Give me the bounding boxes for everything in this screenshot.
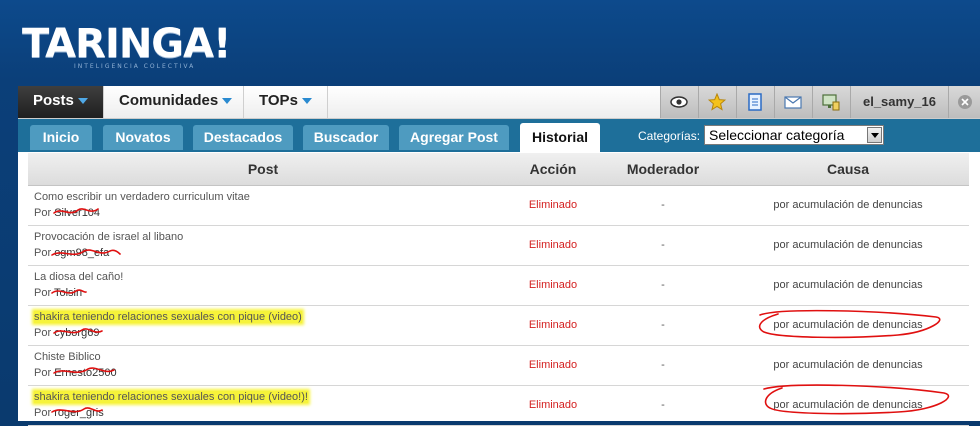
by-label: Por xyxy=(34,287,52,299)
category-select-value: Seleccionar categoría xyxy=(709,127,845,143)
tab-historial[interactable]: Historial xyxy=(520,123,600,152)
nav-tops-label: TOPs xyxy=(259,92,298,109)
nav-tops[interactable]: TOPs xyxy=(244,86,328,118)
cause-value: por acumulación de denuncias xyxy=(773,199,923,211)
action-status: Eliminado xyxy=(528,399,578,411)
favorites-button[interactable] xyxy=(698,86,734,118)
action-status: Eliminado xyxy=(528,359,578,371)
author-link[interactable]: Silver104 xyxy=(54,207,100,219)
post-author: Por Ernesto2500 xyxy=(34,367,117,379)
header-moderador: Moderador xyxy=(626,161,700,177)
moderator-value: - xyxy=(661,359,665,371)
document-icon xyxy=(747,93,762,111)
messages-button[interactable] xyxy=(774,86,810,118)
header-accion: Acción xyxy=(529,161,577,177)
post-author: Por roger_gris xyxy=(34,407,104,419)
cause-value: por acumulación de denuncias xyxy=(773,279,923,291)
taringa-logo[interactable]: TARINGA! INTELIGENCIA COLECTIVA xyxy=(22,21,231,70)
sub-navigation: Inicio Novatos Destacados Buscador Agreg… xyxy=(18,119,980,152)
tab-inicio[interactable]: Inicio xyxy=(30,125,92,150)
author-link[interactable]: ogm98_efa xyxy=(54,247,109,259)
monitor-eye-button[interactable] xyxy=(660,86,696,118)
post-title-link[interactable]: La diosa del caño! xyxy=(34,271,123,283)
nav-posts[interactable]: Posts xyxy=(18,86,104,118)
table-row: Provocación de israel al libano Por ogm9… xyxy=(28,226,969,266)
nav-comunidades-label: Comunidades xyxy=(119,92,219,109)
action-status: Eliminado xyxy=(528,279,578,291)
chevron-down-icon xyxy=(77,98,88,105)
close-icon xyxy=(957,95,972,109)
post-title-link[interactable]: shakira teniendo relaciones sexuales con… xyxy=(34,391,308,403)
by-label: Por xyxy=(34,247,52,259)
tab-destacados[interactable]: Destacados xyxy=(193,125,293,150)
tab-novatos[interactable]: Novatos xyxy=(103,125,183,150)
tab-agregar-post[interactable]: Agregar Post xyxy=(399,125,509,150)
by-label: Por xyxy=(34,207,52,219)
cause-value: por acumulación de denuncias xyxy=(773,239,923,251)
categories-label: Categorías: xyxy=(638,129,701,143)
star-icon xyxy=(707,93,726,111)
logo-wordmark: TARINGA! xyxy=(22,21,231,67)
action-status: Eliminado xyxy=(528,199,578,211)
table-row: La diosa del caño! Por Tolsin Eliminado … xyxy=(28,266,969,306)
mail-icon xyxy=(783,95,802,109)
cause-value: por acumulación de denuncias xyxy=(773,359,923,371)
author-link[interactable]: Tolsin xyxy=(54,287,82,299)
category-select[interactable]: Seleccionar categoría xyxy=(704,125,884,145)
nav-comunidades[interactable]: Comunidades xyxy=(104,86,244,118)
post-author: Por cyborg69 xyxy=(34,327,99,339)
header-causa: Causa xyxy=(826,161,870,177)
by-label: Por xyxy=(34,327,52,339)
author-link[interactable]: Ernesto2500 xyxy=(54,367,116,379)
window-frame: TARINGA! INTELIGENCIA COLECTIVA Posts Co… xyxy=(0,0,980,426)
action-status: Eliminado xyxy=(528,319,578,331)
action-status: Eliminado xyxy=(528,239,578,251)
main-panel: Posts Comunidades TOPs el_samy_16 Inicio… xyxy=(18,86,980,426)
logo-tagline: INTELIGENCIA COLECTIVA xyxy=(74,63,196,70)
post-title-link[interactable]: Chiste Biblico xyxy=(34,351,101,363)
logout-button[interactable] xyxy=(948,86,980,118)
table-row: Chiste Biblico Por Ernesto2500 Eliminado… xyxy=(28,346,969,386)
by-label: Por xyxy=(34,407,52,419)
author-link[interactable]: cyborg69 xyxy=(54,327,99,339)
cause-value: por acumulación de denuncias xyxy=(773,399,923,411)
chevron-down-icon xyxy=(301,98,312,105)
table-row: shakira teniendo relaciones sexuales con… xyxy=(28,386,969,426)
drafts-button[interactable] xyxy=(736,86,772,118)
cause-value: por acumulación de denuncias xyxy=(773,319,923,331)
moderator-value: - xyxy=(661,319,665,331)
eye-icon xyxy=(669,96,688,108)
post-author: Por Tolsin xyxy=(34,287,82,299)
table-row: shakira teniendo relaciones sexuales con… xyxy=(28,306,969,346)
post-title-link[interactable]: shakira teniendo relaciones sexuales con… xyxy=(34,311,302,323)
post-title-link[interactable]: Provocación de israel al libano xyxy=(34,231,183,243)
moderator-value: - xyxy=(661,239,665,251)
header-post: Post xyxy=(247,161,279,177)
tab-buscador[interactable]: Buscador xyxy=(303,125,389,150)
history-table: Post Acción Moderador Causa Como escribi… xyxy=(28,153,969,426)
post-author: Por ogm98_efa xyxy=(34,247,109,259)
post-title-link[interactable]: Como escribir un verdadero curriculum vi… xyxy=(34,191,250,203)
monitor-icon xyxy=(821,94,839,111)
moderator-value: - xyxy=(661,279,665,291)
chevron-down-icon xyxy=(222,98,233,105)
by-label: Por xyxy=(34,367,52,379)
moderator-value: - xyxy=(661,399,665,411)
nav-posts-label: Posts xyxy=(33,92,74,109)
top-navigation: Posts Comunidades TOPs el_samy_16 xyxy=(18,86,980,119)
author-link[interactable]: roger_gris xyxy=(54,407,104,419)
table-header: Post Acción Moderador Causa xyxy=(28,153,969,186)
table-row: Como escribir un verdadero curriculum vi… xyxy=(28,186,969,226)
user-toolbar: el_samy_16 xyxy=(660,86,980,118)
post-author: Por Silver104 xyxy=(34,207,100,219)
chevron-down-icon[interactable] xyxy=(867,127,882,143)
monitor-button[interactable] xyxy=(812,86,848,118)
moderator-value: - xyxy=(661,199,665,211)
username-link[interactable]: el_samy_16 xyxy=(850,86,948,118)
